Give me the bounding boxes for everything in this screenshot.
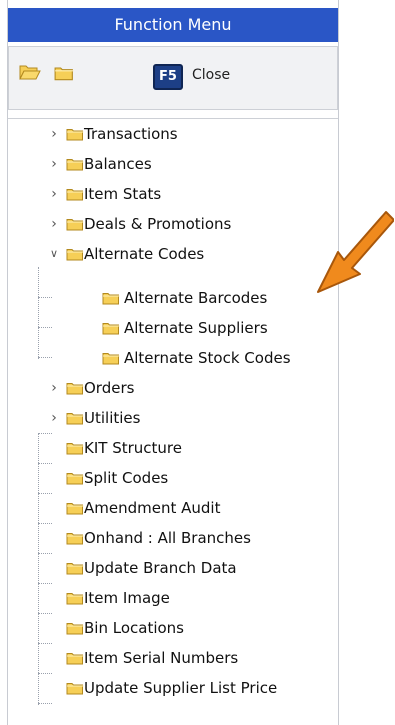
folder-icon <box>66 441 84 455</box>
tree-item-label: Item Stats <box>84 185 162 203</box>
tree-item-label: Update Supplier List Price <box>84 679 278 697</box>
tree-connector <box>38 297 52 298</box>
chevron-down-icon[interactable]: ∨ <box>48 239 60 269</box>
tree-connector <box>38 267 39 359</box>
chevron-right-icon[interactable]: › <box>48 209 60 239</box>
chevron-right-icon[interactable]: › <box>48 149 60 179</box>
folder-icon <box>66 591 84 605</box>
folder-icon <box>66 531 84 545</box>
tree-connector <box>38 433 52 434</box>
function-menu-panel: Function Menu F5 Close › Transactions › … <box>7 0 339 725</box>
chevron-right-icon[interactable]: › <box>48 179 60 209</box>
folder-icon[interactable] <box>54 65 74 85</box>
tree-item-label: Deals & Promotions <box>84 215 232 233</box>
f5-key-icon[interactable]: F5 <box>153 64 183 90</box>
tree-item-label: Transactions <box>84 125 178 143</box>
tree-connector <box>38 523 52 524</box>
tree-item-label: Update Branch Data <box>84 559 237 577</box>
folder-icon <box>66 411 84 425</box>
tree-connector <box>38 357 52 358</box>
tree-item-label: Alternate Barcodes <box>124 289 268 307</box>
chevron-right-icon[interactable]: › <box>48 373 60 403</box>
tree-connector <box>38 493 52 494</box>
folder-icon <box>66 621 84 635</box>
tree-connector <box>38 643 52 644</box>
chevron-right-icon[interactable]: › <box>48 403 60 433</box>
tree-connector <box>38 613 52 614</box>
folder-icon <box>66 651 84 665</box>
folder-icon <box>66 381 84 395</box>
tree-connector <box>38 463 52 464</box>
callout-arrow-icon <box>317 211 394 293</box>
folder-icon <box>102 321 120 335</box>
tree-connector <box>38 673 52 674</box>
tree-item-label: Utilities <box>84 409 141 427</box>
folder-icon <box>66 217 84 231</box>
tree-item-label: Item Image <box>84 589 170 607</box>
folder-icon <box>66 501 84 515</box>
tree-item-label: Onhand : All Branches <box>84 529 251 547</box>
folder-icon <box>66 157 84 171</box>
open-folder-icon[interactable] <box>19 63 41 85</box>
tree-item-label: Orders <box>84 379 135 397</box>
tree-connector <box>38 327 52 328</box>
tree-item-label: Bin Locations <box>84 619 184 637</box>
chevron-right-icon[interactable]: › <box>48 119 60 149</box>
tree-item-label: Balances <box>84 155 152 173</box>
tree-connector <box>38 583 52 584</box>
tree-item-label: KIT Structure <box>84 439 182 457</box>
tree-item-label: Item Serial Numbers <box>84 649 239 667</box>
folder-icon <box>66 471 84 485</box>
folder-icon <box>102 351 120 365</box>
function-menu-title: Function Menu <box>8 8 338 42</box>
folder-icon <box>66 561 84 575</box>
toolbar: F5 Close <box>8 46 338 110</box>
tree-item-label: Amendment Audit <box>84 499 221 517</box>
tree-connector <box>38 703 52 704</box>
tree-item-label: Alternate Codes <box>84 245 205 263</box>
folder-icon <box>66 247 84 261</box>
tree-connector <box>38 553 52 554</box>
tree-item-label: Alternate Stock Codes <box>124 349 291 367</box>
tree-item-label: Alternate Suppliers <box>124 319 268 337</box>
folder-icon <box>66 681 84 695</box>
folder-icon <box>66 187 84 201</box>
function-tree: › Transactions › Balances › Item Stats ›… <box>8 118 338 725</box>
folder-icon <box>102 291 120 305</box>
close-button[interactable]: Close <box>192 67 230 83</box>
tree-connector <box>38 433 39 705</box>
folder-icon <box>66 127 84 141</box>
tree-item-label: Split Codes <box>84 469 169 487</box>
